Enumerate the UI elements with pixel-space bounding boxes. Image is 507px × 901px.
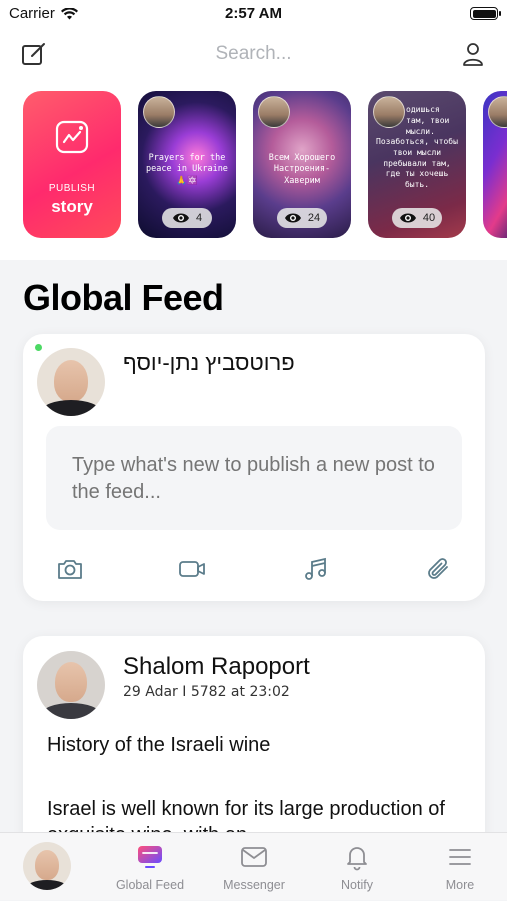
menu-icon <box>449 849 471 865</box>
status-bar: Carrier 2:57 AM <box>0 0 507 30</box>
top-header <box>0 30 507 80</box>
tab-global-feed[interactable]: Global Feed <box>100 833 200 901</box>
story-label: story <box>51 197 93 216</box>
feed-icon <box>138 846 162 868</box>
tab-label: Global Feed <box>115 878 185 892</box>
battery-icon <box>470 7 501 20</box>
views-badge: 24 <box>277 208 327 228</box>
avatar-shirt <box>42 703 100 719</box>
page-title: Global Feed <box>23 277 224 318</box>
publish-story-button[interactable]: PUBLISH story <box>23 91 121 238</box>
main-content: PUBLISH story Prayers for the peace in U… <box>0 80 507 832</box>
post-avatar[interactable] <box>37 651 105 719</box>
avatar[interactable] <box>37 348 105 416</box>
story-caption: Позаботься, чтобы твои мысли пребывали т… <box>376 137 458 190</box>
bell-icon <box>347 847 367 871</box>
tab-profile-avatar[interactable] <box>23 842 71 890</box>
story-avatar <box>258 96 290 128</box>
camera-icon[interactable] <box>55 554 85 584</box>
views-count: 40 <box>422 212 436 224</box>
tab-more[interactable]: More <box>410 833 507 901</box>
story-card[interactable]: Prayers for the peace in Ukraine 🙏🔯 4 <box>138 91 236 238</box>
feed-post[interactable]: Shalom Rapoport 29 Adar I 5782 at 23:02 … <box>23 636 485 832</box>
video-icon[interactable] <box>177 554 207 584</box>
avatar-shirt <box>26 880 68 890</box>
views-badge: 40 <box>392 208 442 228</box>
stories-list: PUBLISH story Prayers for the peace in U… <box>23 91 507 238</box>
story-card[interactable] <box>483 91 507 238</box>
avatar-shirt <box>42 400 100 416</box>
story-avatar <box>143 96 175 128</box>
post-date: 29 Adar I 5782 at 23:02 <box>123 684 290 700</box>
views-badge: 4 <box>162 208 212 228</box>
compose-icon[interactable] <box>20 40 48 68</box>
search-input[interactable] <box>150 40 357 68</box>
clock: 2:57 AM <box>225 5 282 22</box>
tab-notify[interactable]: Notify <box>307 833 407 901</box>
eye-icon <box>284 213 301 223</box>
post-title: History of the Israeli wine <box>47 734 271 756</box>
attach-icon[interactable] <box>423 554 453 584</box>
composer-username: פרוטסביץ נתן-יוסף <box>123 350 295 375</box>
story-card[interactable]: одишься там, твои мысли. Позаботься, что… <box>368 91 466 238</box>
composer-card: פרוטסביץ נתן-יוסף <box>23 334 485 601</box>
story-caption: Prayers for the peace in Ukraine 🙏🔯 <box>146 153 228 186</box>
music-icon[interactable] <box>301 554 331 584</box>
story-avatar <box>373 96 405 128</box>
tab-label: Notify <box>341 878 373 892</box>
tab-label: Messenger <box>223 878 285 892</box>
envelope-icon <box>241 847 267 867</box>
avatar-face <box>35 850 59 880</box>
story-avatar <box>488 96 507 128</box>
post-body: Israel is well known for its large produ… <box>47 798 445 832</box>
tab-messenger[interactable]: Messenger <box>204 833 304 901</box>
stories-strip: PUBLISH story Prayers for the peace in U… <box>0 80 507 260</box>
tab-label: More <box>445 878 475 892</box>
eye-icon <box>172 213 189 223</box>
avatar-face <box>55 662 87 702</box>
eye-icon <box>399 213 416 223</box>
online-indicator <box>35 344 42 351</box>
story-caption: Всем Хорошего Настроения-Хаверим <box>268 153 336 186</box>
views-count: 4 <box>195 212 203 224</box>
post-author[interactable]: Shalom Rapoport <box>123 653 310 681</box>
publish-label: PUBLISH <box>48 183 96 194</box>
avatar-face <box>54 360 88 402</box>
story-caption: одишься там, твои мысли. <box>406 105 450 136</box>
views-count: 24 <box>307 212 321 224</box>
post-composer-input[interactable] <box>46 426 462 530</box>
publish-story-icon <box>55 120 89 154</box>
story-card[interactable]: Всем Хорошего Настроения-Хаверим 24 <box>253 91 351 238</box>
profile-icon[interactable] <box>459 40 487 68</box>
tab-bar: Global Feed Messenger Notify More <box>0 832 507 900</box>
